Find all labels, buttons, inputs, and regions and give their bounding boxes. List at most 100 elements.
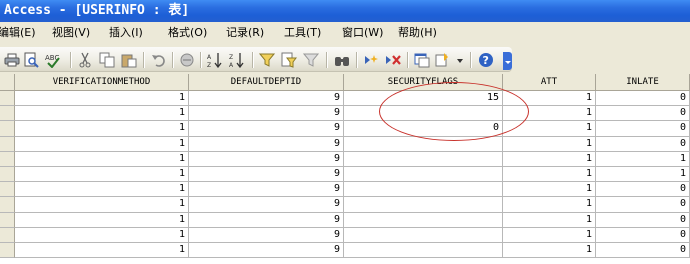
print-button[interactable] (3, 51, 21, 69)
cell-inlate[interactable]: 0 (596, 136, 690, 152)
cell-securityflags[interactable] (344, 243, 503, 259)
delete-record-button[interactable] (384, 51, 402, 69)
cell-att[interactable]: 1 (503, 151, 596, 167)
toolbar-options-chevron[interactable] (503, 52, 512, 70)
cell-defaultdeptid[interactable]: 9 (189, 182, 344, 198)
cell-inlate[interactable]: 0 (596, 197, 690, 213)
cell-defaultdeptid[interactable]: 9 (189, 227, 344, 243)
cell-defaultdeptid[interactable]: 9 (189, 167, 344, 183)
cell-verificationmethod[interactable]: 1 (15, 121, 189, 137)
cell-defaultdeptid[interactable]: 9 (189, 197, 344, 213)
cell-defaultdeptid[interactable]: 9 (189, 151, 344, 167)
record-selector[interactable] (0, 121, 15, 137)
table-row[interactable]: 1910 (0, 227, 690, 243)
cell-securityflags[interactable] (344, 106, 503, 122)
cell-defaultdeptid[interactable]: 9 (189, 136, 344, 152)
menu-insert[interactable]: 插入(I) (109, 22, 143, 44)
sort-ascending-button[interactable]: AZ (206, 51, 224, 69)
column-header-inlate[interactable]: INLATE (596, 74, 690, 91)
apply-filter-button[interactable] (302, 51, 320, 69)
sort-descending-button[interactable]: ZA (228, 51, 246, 69)
menu-edit[interactable]: 编辑(E) (0, 22, 36, 44)
record-selector[interactable] (0, 136, 15, 152)
cell-securityflags[interactable] (344, 151, 503, 167)
cell-verificationmethod[interactable]: 1 (15, 151, 189, 167)
cell-verificationmethod[interactable]: 1 (15, 106, 189, 122)
cell-att[interactable]: 1 (503, 182, 596, 198)
cell-inlate[interactable]: 0 (596, 227, 690, 243)
column-header-verificationmethod[interactable]: VERIFICATIONMETHOD (15, 74, 189, 91)
cell-verificationmethod[interactable]: 1 (15, 182, 189, 198)
record-selector[interactable] (0, 106, 15, 122)
filter-by-form-button[interactable] (280, 51, 298, 69)
cell-verificationmethod[interactable]: 1 (15, 91, 189, 107)
undo-button[interactable] (150, 51, 168, 69)
cell-securityflags[interactable]: 0 (344, 121, 503, 137)
column-header-securityflags[interactable]: SECURITYFLAGS (344, 74, 503, 91)
table-row[interactable]: 1911 (0, 151, 690, 167)
cell-securityflags[interactable] (344, 227, 503, 243)
record-selector[interactable] (0, 167, 15, 183)
record-selector[interactable] (0, 91, 15, 107)
table-row[interactable]: 1910 (0, 182, 690, 198)
cell-verificationmethod[interactable]: 1 (15, 167, 189, 183)
cell-defaultdeptid[interactable]: 9 (189, 212, 344, 228)
cell-inlate[interactable]: 0 (596, 243, 690, 259)
cell-verificationmethod[interactable]: 1 (15, 227, 189, 243)
cell-verificationmethod[interactable]: 1 (15, 197, 189, 213)
cell-inlate[interactable]: 0 (596, 121, 690, 137)
copy-button[interactable] (98, 51, 116, 69)
menu-view[interactable]: 视图(V) (52, 22, 90, 44)
cell-securityflags[interactable] (344, 136, 503, 152)
cell-inlate[interactable]: 0 (596, 182, 690, 198)
window-title-bar[interactable]: Access - [USERINFO : 表] (0, 0, 690, 22)
cell-securityflags[interactable] (344, 182, 503, 198)
menu-help[interactable]: 帮助(H) (398, 22, 437, 44)
column-header-att[interactable]: ATT (503, 74, 596, 91)
filter-by-selection-button[interactable] (258, 51, 276, 69)
paste-button[interactable] (120, 51, 138, 69)
cell-inlate[interactable]: 1 (596, 151, 690, 167)
record-selector[interactable] (0, 197, 15, 213)
table-row[interactable]: 1910 (0, 197, 690, 213)
cell-verificationmethod[interactable]: 1 (15, 243, 189, 259)
cell-att[interactable]: 1 (503, 212, 596, 228)
menu-records[interactable]: 记录(R) (226, 22, 264, 44)
spelling-button[interactable]: ABC (44, 51, 62, 69)
cell-att[interactable]: 1 (503, 227, 596, 243)
cell-inlate[interactable]: 0 (596, 106, 690, 122)
new-object-button[interactable] (435, 51, 465, 69)
table-row[interactable]: 1910 (0, 243, 690, 259)
cut-button[interactable] (76, 51, 94, 69)
record-selector[interactable] (0, 151, 15, 167)
help-button[interactable]: ? (477, 51, 495, 69)
cell-securityflags[interactable] (344, 197, 503, 213)
cell-verificationmethod[interactable]: 1 (15, 212, 189, 228)
print-preview-button[interactable] (22, 51, 40, 69)
cell-att[interactable]: 1 (503, 197, 596, 213)
table-row[interactable]: 1 9 15 1 0 (0, 91, 690, 107)
select-all-corner[interactable] (0, 74, 15, 91)
cell-att[interactable]: 1 (503, 136, 596, 152)
cell-defaultdeptid[interactable]: 9 (189, 243, 344, 259)
table-row[interactable]: 19010 (0, 121, 690, 137)
cell-att[interactable]: 1 (503, 106, 596, 122)
cell-defaultdeptid[interactable]: 9 (189, 106, 344, 122)
record-selector[interactable] (0, 243, 15, 259)
cell-verificationmethod[interactable]: 1 (15, 136, 189, 152)
menu-window[interactable]: 窗口(W) (342, 22, 383, 44)
cell-securityflags[interactable] (344, 212, 503, 228)
insert-hyperlink-button[interactable] (178, 51, 196, 69)
table-row[interactable]: 1910 (0, 212, 690, 228)
cell-defaultdeptid[interactable]: 9 (189, 121, 344, 137)
cell-att[interactable]: 1 (503, 167, 596, 183)
table-row[interactable]: 1910 (0, 106, 690, 122)
cell-defaultdeptid[interactable]: 9 (189, 91, 344, 107)
cell-inlate[interactable]: 0 (596, 212, 690, 228)
menu-tools[interactable]: 工具(T) (284, 22, 321, 44)
column-header-defaultdeptid[interactable]: DEFAULTDEPTID (189, 74, 344, 91)
new-record-button[interactable] (362, 51, 380, 69)
cell-att[interactable]: 1 (503, 121, 596, 137)
cell-att[interactable]: 1 (503, 243, 596, 259)
table-row[interactable]: 1911 (0, 167, 690, 183)
